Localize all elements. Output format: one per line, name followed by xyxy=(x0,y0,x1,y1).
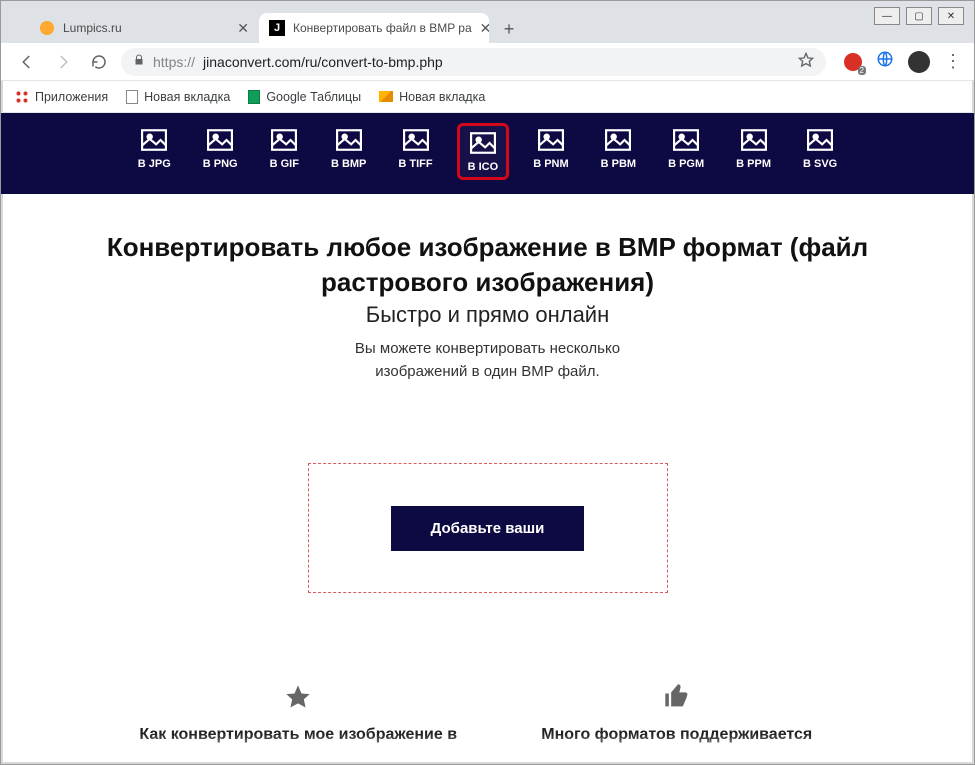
bookmarks-bar: Приложения Новая вкладка Google Таблицы … xyxy=(1,81,974,113)
bookmark-apps[interactable]: Приложения xyxy=(15,90,108,104)
bookmark-label: Приложения xyxy=(35,90,108,104)
feature-row: Как конвертировать мое изображение в Мно… xyxy=(69,683,906,744)
star-icon xyxy=(284,683,312,718)
reload-button[interactable] xyxy=(85,48,113,76)
apps-icon xyxy=(15,90,29,104)
format-toolbar: В JPG В PNG В GIF В BMP В TIFF В ICO В PNM В PB… xyxy=(1,113,974,194)
url-path: jinaconvert.com/ru/convert-to-bmp.php xyxy=(203,54,443,70)
format-label: В BMP xyxy=(331,158,366,170)
format-label: В JPG xyxy=(138,158,171,170)
favicon-jinaconvert: J xyxy=(269,20,285,36)
tab-lumpics[interactable]: Lumpics.ru ✕ xyxy=(29,13,259,43)
bookmark-label: Новая вкладка xyxy=(399,90,485,104)
add-files-button[interactable]: Добавьте ваши xyxy=(391,506,585,551)
extension-badge-icon[interactable]: 2 xyxy=(844,53,862,71)
window-controls: — ▢ ✕ xyxy=(874,7,964,25)
profile-avatar[interactable] xyxy=(908,51,930,73)
tab-title: Lumpics.ru xyxy=(63,21,122,35)
image-icon xyxy=(605,129,631,154)
picture-icon xyxy=(379,91,393,102)
star-icon[interactable] xyxy=(798,52,814,71)
format-label: В ICO xyxy=(468,161,499,173)
format-option-в-pbm[interactable]: В PBM xyxy=(593,123,644,180)
page-subheading: Быстро и прямо онлайн xyxy=(69,302,906,328)
translate-icon[interactable] xyxy=(876,50,894,73)
format-option-в-ppm[interactable]: В PPM xyxy=(728,123,779,180)
format-label: В GIF xyxy=(270,158,299,170)
toolbar-actions: 2 ⋮ xyxy=(844,50,962,73)
format-label: В TIFF xyxy=(398,158,432,170)
format-label: В PNG xyxy=(203,158,238,170)
image-icon xyxy=(538,129,564,154)
format-option-в-bmp[interactable]: В BMP xyxy=(323,123,374,180)
image-icon xyxy=(470,132,496,157)
page-description: Вы можете конвертировать несколько изобр… xyxy=(69,338,906,383)
format-option-в-ico[interactable]: В ICO xyxy=(457,123,510,180)
image-icon xyxy=(807,129,833,154)
bookmark-label: Новая вкладка xyxy=(144,90,230,104)
bookmark-label: Google Таблицы xyxy=(266,90,361,104)
close-window-button[interactable]: ✕ xyxy=(938,7,964,25)
favicon-lumpics xyxy=(39,20,55,36)
format-option-в-pnm[interactable]: В PNM xyxy=(525,123,576,180)
new-tab-button[interactable]: + xyxy=(495,15,523,43)
feature-formats: Много форматов поддерживается xyxy=(510,683,843,744)
menu-icon[interactable]: ⋮ xyxy=(944,51,962,72)
upload-dropzone[interactable]: Добавьте ваши xyxy=(308,463,668,593)
sheets-icon xyxy=(248,90,260,104)
feature-title: Как конвертировать мое изображение в xyxy=(139,726,457,744)
image-icon xyxy=(336,129,362,154)
image-icon xyxy=(741,129,767,154)
format-option-в-png[interactable]: В PNG xyxy=(195,123,246,180)
format-label: В PGM xyxy=(668,158,704,170)
format-label: В SVG xyxy=(803,158,837,170)
image-icon xyxy=(403,129,429,154)
format-option-в-pgm[interactable]: В PGM xyxy=(660,123,712,180)
format-label: В PPM xyxy=(736,158,771,170)
format-label: В PNM xyxy=(533,158,568,170)
feature-title: Много форматов поддерживается xyxy=(541,726,812,744)
format-option-в-jpg[interactable]: В JPG xyxy=(130,123,179,180)
format-option-в-gif[interactable]: В GIF xyxy=(262,123,307,180)
image-icon xyxy=(673,129,699,154)
toolbar: https:// jinaconvert.com/ru/convert-to-bm… xyxy=(1,43,974,81)
format-option-в-tiff[interactable]: В TIFF xyxy=(390,123,440,180)
file-icon xyxy=(126,90,138,104)
bookmark-new-tab-1[interactable]: Новая вкладка xyxy=(126,90,230,104)
feature-how-to: Как конвертировать мое изображение в xyxy=(132,683,465,744)
forward-button[interactable] xyxy=(49,48,77,76)
close-tab-icon[interactable]: ✕ xyxy=(480,20,489,37)
image-icon xyxy=(207,129,233,154)
thumbs-up-icon xyxy=(663,683,691,718)
back-button[interactable] xyxy=(13,48,41,76)
format-option-в-svg[interactable]: В SVG xyxy=(795,123,845,180)
format-label: В PBM xyxy=(601,158,636,170)
url-scheme: https:// xyxy=(153,54,195,70)
maximize-button[interactable]: ▢ xyxy=(906,7,932,25)
image-icon xyxy=(271,129,297,154)
page-content: Конвертировать любое изображение в BMP ф… xyxy=(1,194,974,744)
tab-jinaconvert[interactable]: J Конвертировать файл в BMP ра ✕ xyxy=(259,13,489,43)
tab-strip: Lumpics.ru ✕ J Конвертировать файл в BMP… xyxy=(1,1,974,43)
minimize-button[interactable]: — xyxy=(874,7,900,25)
tab-title: Конвертировать файл в BMP ра xyxy=(293,21,472,35)
close-tab-icon[interactable]: ✕ xyxy=(237,20,249,37)
image-icon xyxy=(141,129,167,154)
bookmark-new-tab-2[interactable]: Новая вкладка xyxy=(379,90,485,104)
bookmark-sheets[interactable]: Google Таблицы xyxy=(248,90,361,104)
lock-icon xyxy=(133,54,145,69)
page-heading: Конвертировать любое изображение в BMP ф… xyxy=(69,230,906,300)
address-bar[interactable]: https:// jinaconvert.com/ru/convert-to-bm… xyxy=(121,48,826,76)
